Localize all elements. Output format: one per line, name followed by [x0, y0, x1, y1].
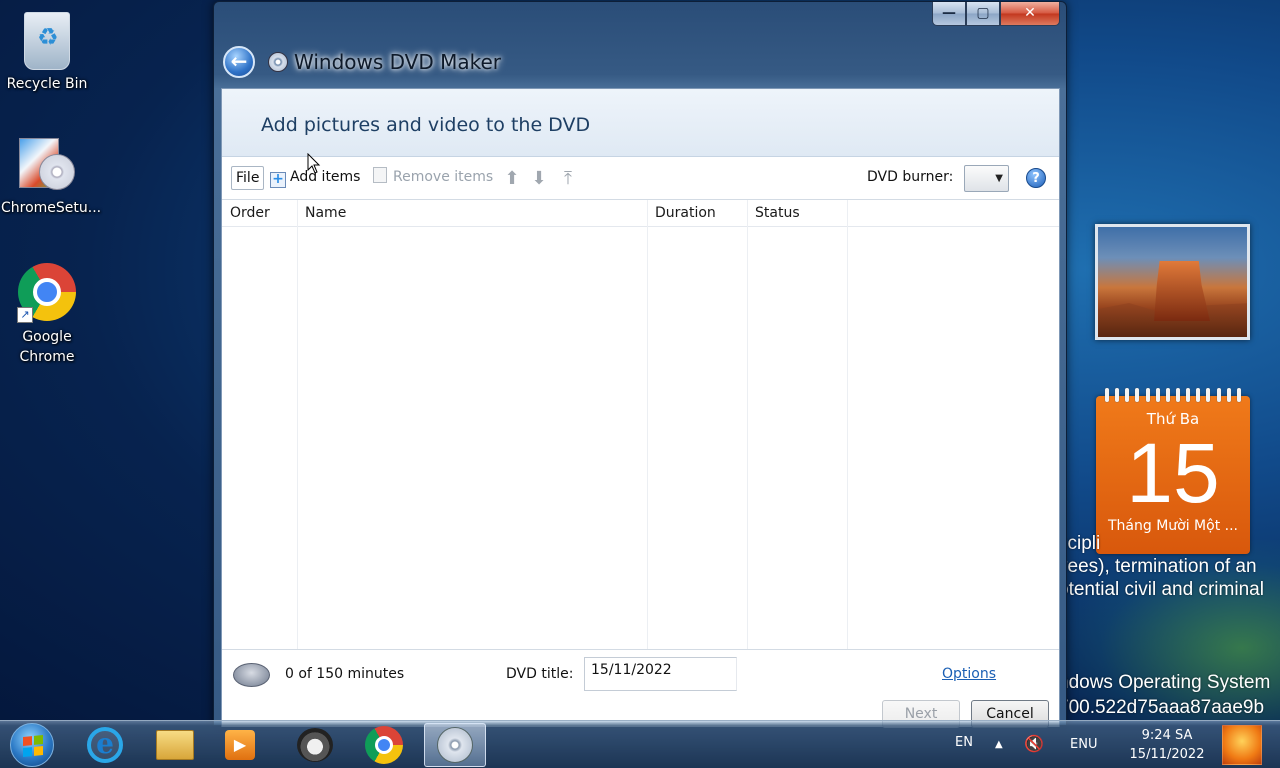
taskbar-raccoon-app[interactable] — [284, 723, 346, 767]
desktop-icon-recycle-bin[interactable]: Recycle Bin — [1, 8, 93, 94]
move-up-icon[interactable]: ⬆ — [502, 169, 522, 189]
close-button[interactable]: ✕ — [1000, 2, 1060, 26]
move-to-top-icon[interactable]: ⤒ — [558, 169, 578, 189]
wallpaper-text: otential civil and criminal — [1058, 579, 1264, 600]
calendar-day-number: 15 — [1126, 426, 1220, 520]
wallpaper-text: scipli — [1058, 533, 1101, 554]
window-title: Windows DVD Maker — [294, 50, 502, 74]
column-divider — [297, 200, 298, 650]
show-hidden-icons-icon[interactable]: ▲ — [995, 739, 1003, 750]
items-table[interactable]: Order Name Duration Status — [222, 199, 1059, 650]
options-link[interactable]: Options — [942, 666, 996, 682]
keyboard-layout[interactable]: ENU — [1070, 721, 1097, 768]
volume-muted-icon[interactable]: 🔇 — [1024, 734, 1044, 753]
chrome-icon: ↗ — [17, 263, 77, 323]
desktop-icon-label: Recycle Bin — [6, 76, 88, 92]
wallpaper-text: yees), termination of an — [1058, 556, 1257, 577]
disc-icon — [233, 663, 270, 687]
dvd-maker-app-icon — [268, 52, 288, 72]
media-player-icon: ▶ — [225, 730, 255, 760]
maximize-button[interactable]: ▢ — [966, 2, 1000, 26]
help-icon[interactable]: ? — [1026, 168, 1046, 188]
chevron-down-icon: ▼ — [995, 173, 1003, 184]
main-content: Add pictures and video to the DVD File +… — [221, 88, 1060, 728]
table-header: Order Name Duration Status — [222, 200, 1059, 227]
move-down-icon[interactable]: ⬇ — [529, 169, 549, 189]
remove-icon — [373, 167, 387, 183]
start-button[interactable] — [10, 723, 54, 767]
column-divider — [847, 200, 848, 650]
column-header-order[interactable]: Order — [222, 200, 270, 227]
toolbar: File + Add items Remove items ⬆ ⬇ ⤒ DVD b… — [222, 157, 1059, 199]
show-desktop-button[interactable] — [1222, 725, 1262, 765]
shortcut-arrow-icon: ↗ — [17, 307, 33, 323]
taskbar: e ▶ EN ▲ 🔇 ENU 9:24 SA 15/11/2022 — [0, 720, 1280, 768]
slideshow-gadget[interactable] — [1095, 224, 1250, 340]
footer: 0 of 150 minutes DVD title: 15/11/2022 O… — [222, 649, 1059, 728]
column-header-name[interactable]: Name — [297, 200, 346, 227]
wallpaper-text: ndows Operating System — [1058, 672, 1271, 693]
clock[interactable]: 9:24 SA 15/11/2022 — [1122, 726, 1212, 764]
folder-icon — [156, 730, 194, 760]
taskbar-windows-explorer[interactable] — [144, 723, 206, 767]
raccoon-icon — [297, 728, 333, 762]
dvd-title-label: DVD title: — [506, 666, 574, 682]
column-header-status[interactable]: Status — [747, 200, 800, 227]
dvd-burner-label: DVD burner: — [867, 169, 954, 185]
minutes-used: 0 of 150 minutes — [285, 666, 405, 682]
page-title: Add pictures and video to the DVD — [261, 114, 591, 136]
dvd-maker-window: — ▢ ✕ ← Windows DVD Maker Add pictures a… — [213, 1, 1067, 728]
dvd-title-input[interactable]: 15/11/2022 — [584, 657, 737, 691]
back-arrow-icon[interactable]: ← — [223, 46, 255, 78]
clock-date: 15/11/2022 — [1129, 747, 1205, 762]
input-language[interactable]: EN — [955, 721, 973, 768]
taskbar-google-chrome[interactable] — [353, 723, 415, 767]
file-menu-button[interactable]: File — [231, 166, 265, 190]
installer-icon — [17, 134, 77, 194]
clock-time: 9:24 SA — [1141, 728, 1193, 743]
desktop-icon-label: ChromeSetu... — [1, 200, 102, 216]
desktop-icon-label: Google Chrome — [19, 329, 75, 365]
dvd-maker-icon — [437, 727, 473, 763]
taskbar-media-player[interactable]: ▶ — [209, 723, 271, 767]
recycle-bin-icon — [24, 12, 70, 70]
chrome-icon — [365, 726, 403, 764]
calendar-rings — [1096, 388, 1250, 402]
header-band: Add pictures and video to the DVD — [222, 89, 1059, 157]
remove-items-label: Remove items — [393, 169, 494, 185]
remove-items-button[interactable]: Remove items — [373, 166, 493, 190]
add-items-label: Add items — [290, 169, 361, 185]
minimize-button[interactable]: — — [932, 2, 966, 26]
column-divider — [747, 200, 748, 650]
wallpaper-text: 700.522d75aaa87aae9b — [1058, 697, 1265, 718]
add-icon: + — [270, 172, 286, 188]
column-header-duration[interactable]: Duration — [647, 200, 716, 227]
caption-buttons: — ▢ ✕ — [932, 2, 1060, 26]
taskbar-internet-explorer[interactable]: e — [74, 723, 136, 767]
taskbar-dvd-maker[interactable] — [424, 723, 486, 767]
column-divider — [647, 200, 648, 650]
internet-explorer-icon: e — [87, 727, 123, 763]
desktop-icon-google-chrome[interactable]: ↗ Google Chrome — [1, 263, 93, 367]
title-bar[interactable]: — ▢ ✕ ← Windows DVD Maker — [214, 2, 1066, 88]
desktop-icon-chromesetup[interactable]: ChromeSetu... — [1, 134, 102, 218]
calendar-month: Tháng Mười Một ... — [1107, 518, 1238, 534]
calendar-gadget[interactable]: Thứ Ba 15 Tháng Mười Một ... — [1096, 388, 1250, 554]
dvd-burner-dropdown[interactable]: ▼ — [964, 165, 1009, 192]
windows-logo-icon — [23, 734, 43, 758]
